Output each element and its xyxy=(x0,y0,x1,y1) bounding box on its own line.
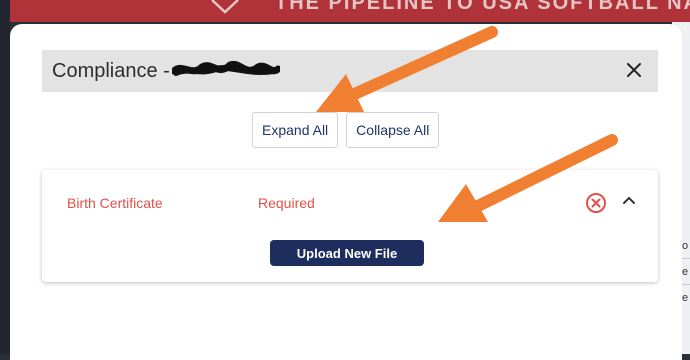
banner-logo-icon xyxy=(211,0,239,14)
close-icon xyxy=(627,63,641,77)
redaction-scribble xyxy=(172,60,280,76)
document-name: Birth Certificate xyxy=(67,195,163,211)
modal-header: Compliance - xyxy=(42,50,658,92)
compliance-modal: Compliance - Expand All Collapse All Bir… xyxy=(10,24,682,360)
expand-collapse-controls: Expand All Collapse All xyxy=(252,112,440,148)
modal-title: Compliance - xyxy=(52,60,170,82)
background-left-edge xyxy=(0,0,10,354)
upload-new-file-button[interactable]: Upload New File xyxy=(270,240,424,266)
background-text: e xyxy=(682,292,689,304)
chevron-up-icon[interactable] xyxy=(620,192,638,210)
error-circle-icon xyxy=(586,193,606,213)
background-banner: THE PIPELINE TO USA SOFTBALL NATIO xyxy=(10,0,690,22)
collapse-all-button[interactable]: Collapse All xyxy=(346,112,440,148)
expand-all-button[interactable]: Expand All xyxy=(252,112,339,148)
banner-text: THE PIPELINE TO USA SOFTBALL NATIO xyxy=(275,0,690,14)
document-status: Required xyxy=(258,195,315,211)
document-card: Birth Certificate Required Upload New Fi… xyxy=(42,170,658,282)
close-button[interactable] xyxy=(620,56,648,84)
background-text: o xyxy=(682,240,689,252)
background-text: e xyxy=(682,266,689,278)
